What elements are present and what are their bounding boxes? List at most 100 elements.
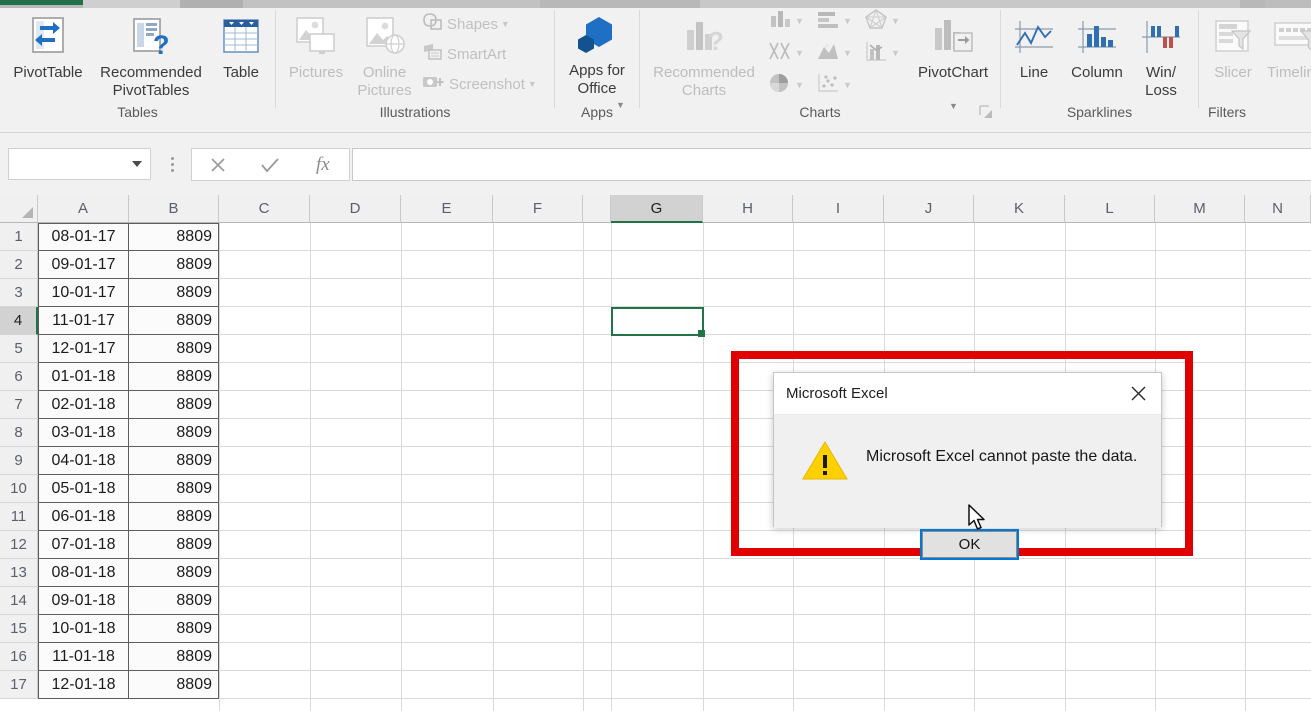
cell-b9[interactable]: 8809 [129,447,219,475]
cell-b13[interactable]: 8809 [129,559,219,587]
sparkline-winloss-button[interactable]: Win/ Loss [1131,12,1191,100]
column-header-g[interactable]: G [611,195,703,223]
cell-a13[interactable]: 08-01-18 [38,559,129,587]
cell-a3[interactable]: 10-01-17 [38,279,129,307]
insert-function-button[interactable]: fx [297,149,349,180]
recommended-charts-button[interactable]: ? Recommended Charts [644,12,764,100]
smartart-button[interactable]: SmartArt [422,42,506,66]
cell-b16[interactable]: 8809 [129,643,219,671]
cell-a9[interactable]: 04-01-18 [38,447,129,475]
cell-a15[interactable]: 10-01-18 [38,615,129,643]
chevron-down-icon[interactable]: ▼ [528,79,537,89]
cell-a10[interactable]: 05-01-18 [38,475,129,503]
recommended-pivot-tables-button[interactable]: ? Recommended PivotTables [94,12,208,100]
row-header-1[interactable]: 1 [0,223,38,251]
cancel-formula-button[interactable] [192,149,244,180]
cell-b10[interactable]: 8809 [129,475,219,503]
row-header-3[interactable]: 3 [0,279,38,307]
cell-b3[interactable]: 8809 [129,279,219,307]
column-header-a[interactable]: A [38,195,129,223]
pivot-table-button[interactable]: PivotTable [4,12,92,82]
pivot-chart-button[interactable]: PivotChart ▼ [908,12,998,111]
enter-formula-button[interactable] [244,149,296,180]
column-header-m[interactable]: M [1155,195,1245,223]
chevron-down-icon[interactable]: ▼ [843,80,852,90]
cell-b7[interactable]: 8809 [129,391,219,419]
insert-area-chart-button[interactable]: ▼ [816,40,852,66]
insert-line-chart-button[interactable]: ▼ [768,40,804,66]
row-header-14[interactable]: 14 [0,587,38,615]
dialog-close-button[interactable] [1115,373,1161,414]
cell-b11[interactable]: 8809 [129,503,219,531]
cell-b6[interactable]: 8809 [129,363,219,391]
cell-a17[interactable]: 12-01-18 [38,671,129,699]
cell-b15[interactable]: 8809 [129,615,219,643]
timeline-button[interactable]: Timeline [1265,12,1311,82]
cell-b1[interactable]: 8809 [129,223,219,251]
cell-b4[interactable]: 8809 [129,307,219,335]
online-pictures-button[interactable]: Online Pictures [352,12,417,100]
row-header-15[interactable]: 15 [0,615,38,643]
chevron-down-icon[interactable]: ▼ [843,16,852,26]
name-box[interactable] [8,148,151,180]
row-header-12[interactable]: 12 [0,531,38,559]
shapes-button[interactable]: Shapes ▼ [422,12,510,36]
cell-a2[interactable]: 09-01-17 [38,251,129,279]
row-header-6[interactable]: 6 [0,363,38,391]
cell-b12[interactable]: 8809 [129,531,219,559]
dialog-ok-button[interactable]: OK [920,529,1019,560]
cell-b2[interactable]: 8809 [129,251,219,279]
row-header-10[interactable]: 10 [0,475,38,503]
cell-a14[interactable]: 09-01-18 [38,587,129,615]
row-header-17[interactable]: 17 [0,671,38,699]
cell-a8[interactable]: 03-01-18 [38,419,129,447]
insert-column-chart-button[interactable]: ▼ [768,8,804,34]
chevron-down-icon[interactable]: ▼ [891,48,900,58]
column-header-i[interactable]: I [793,195,884,223]
formula-bar-grip[interactable] [166,153,178,175]
column-header-d[interactable]: D [310,195,401,223]
selected-cell-g4[interactable] [611,307,704,336]
column-header-f[interactable]: F [493,195,583,223]
cell-a11[interactable]: 06-01-18 [38,503,129,531]
insert-radar-chart-button[interactable]: ▼ [864,8,900,34]
chevron-down-icon[interactable]: ▼ [795,16,804,26]
pictures-button[interactable]: Pictures [281,12,351,82]
cell-b17[interactable]: 8809 [129,671,219,699]
row-header-13[interactable]: 13 [0,559,38,587]
column-header-b[interactable]: B [129,195,219,223]
insert-scatter-chart-button[interactable]: ▼ [816,72,852,98]
slicer-button[interactable]: Slicer [1203,12,1263,82]
column-header-k[interactable]: K [974,195,1065,223]
chevron-down-icon[interactable]: ▼ [501,19,510,29]
row-header-11[interactable]: 11 [0,503,38,531]
insert-pie-chart-button[interactable]: ▼ [768,72,804,98]
column-header-l[interactable]: L [1065,195,1155,223]
fill-handle[interactable] [698,330,705,337]
row-header-7[interactable]: 7 [0,391,38,419]
chevron-down-icon[interactable]: ▼ [843,48,852,58]
cell-a7[interactable]: 02-01-18 [38,391,129,419]
sparkline-column-button[interactable]: Column [1065,12,1129,82]
column-header-e[interactable]: E [401,195,493,223]
cell-a5[interactable]: 12-01-17 [38,335,129,363]
column-header-n[interactable]: N [1245,195,1311,223]
row-header-16[interactable]: 16 [0,643,38,671]
row-header-5[interactable]: 5 [0,335,38,363]
chevron-down-icon[interactable]: ▼ [795,48,804,58]
screenshot-button[interactable]: Screenshot ▼ [422,72,537,96]
cell-b14[interactable]: 8809 [129,587,219,615]
select-all-corner[interactable] [0,195,38,223]
insert-bar-chart-button[interactable]: ▼ [816,8,852,34]
sparkline-line-button[interactable]: Line [1005,12,1063,82]
chevron-down-icon[interactable] [132,161,142,167]
column-header-c[interactable]: C [219,195,310,223]
cell-b5[interactable]: 8809 [129,335,219,363]
row-header-2[interactable]: 2 [0,251,38,279]
row-header-9[interactable]: 9 [0,447,38,475]
cell-a12[interactable]: 07-01-18 [38,531,129,559]
column-header-h[interactable]: H [703,195,793,223]
cell-b8[interactable]: 8809 [129,419,219,447]
table-button[interactable]: Table [210,12,272,82]
apps-for-office-button[interactable]: Apps for Office ▼ [555,12,639,110]
